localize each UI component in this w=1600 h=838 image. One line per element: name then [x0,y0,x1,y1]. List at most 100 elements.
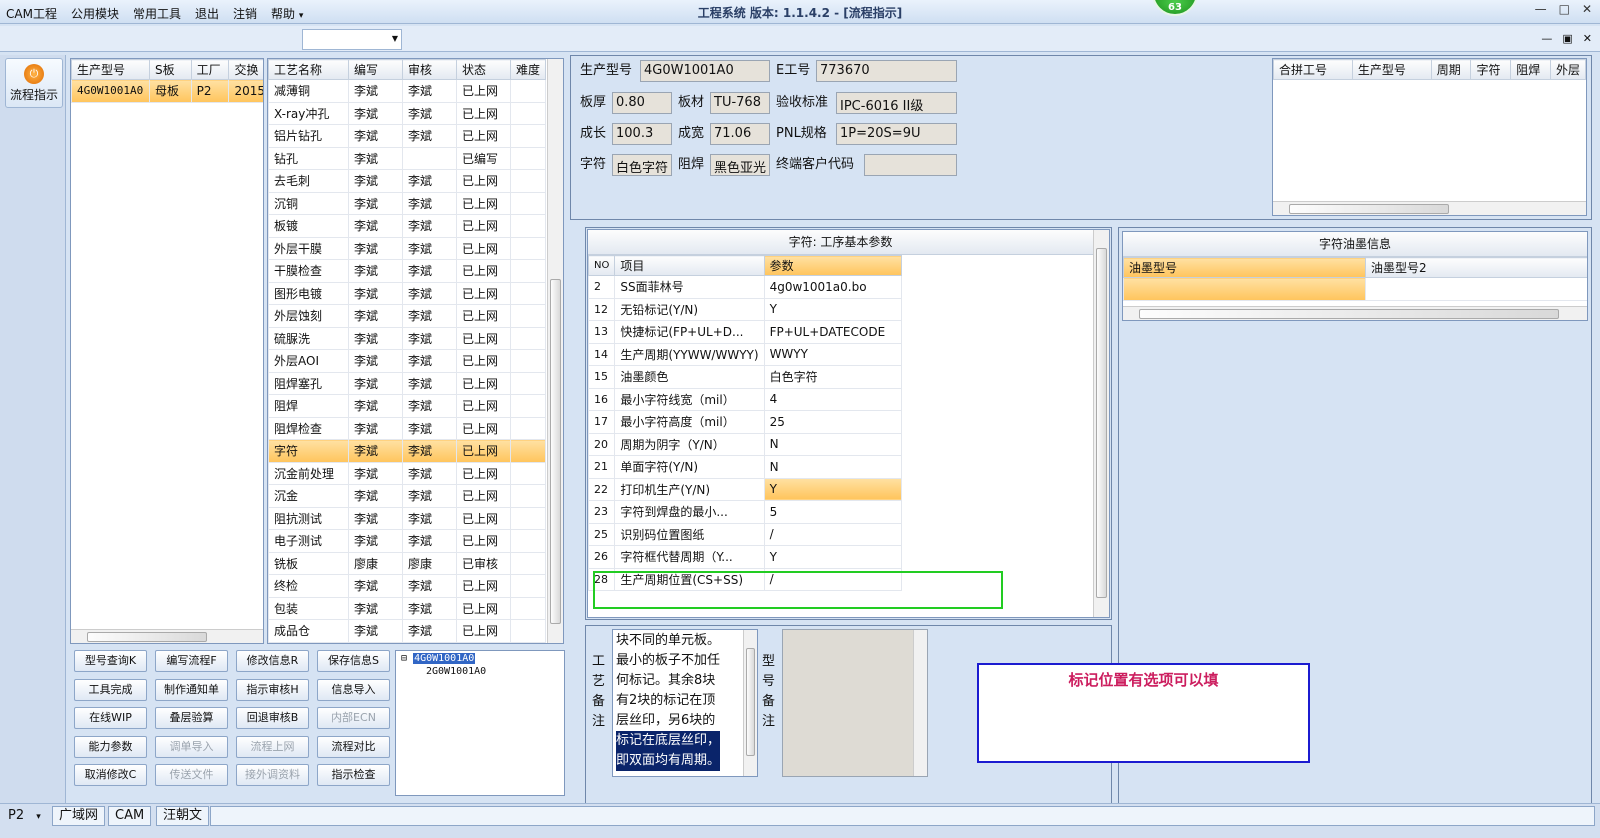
menu-public[interactable]: 公用模块 [71,5,119,22]
action-button[interactable]: 工具完成 [74,678,147,701]
table-row[interactable]: 4G0W1001A0 母板 P2 2015 [71,79,263,103]
table-row[interactable]: 外层干膜 李斌 李斌 已上网 [268,236,547,260]
scroll-thumb[interactable] [550,279,561,624]
chevron-down-icon[interactable]: ▼ [392,34,398,43]
action-button[interactable]: 型号查询K [74,650,147,672]
table-row[interactable]: 沉金 李斌 李斌 已上网 [268,484,547,508]
col-ink-model2[interactable]: 油墨型号2 [1365,257,1587,278]
col-process-name[interactable]: 工艺名称 [268,59,349,80]
action-button[interactable]: 在线WIP [74,707,147,729]
action-button[interactable]: 修改信息R [236,650,309,672]
col-s-board[interactable]: S板 [148,59,192,80]
table-row[interactable]: 外层蚀刻 李斌 李斌 已上网 [268,304,547,328]
col-merge-period[interactable]: 周期 [1430,59,1472,80]
mdi-close-button[interactable]: ✕ [1583,32,1592,45]
table-row[interactable]: 沉金前处理 李斌 李斌 已上网 [268,461,547,485]
action-button[interactable]: 制作通知单 [155,678,228,701]
col-writer[interactable]: 编写 [347,59,403,80]
menu-tools[interactable]: 常用工具 [133,5,181,22]
col-item[interactable]: 项目 [614,255,765,276]
table-row[interactable]: 包装 李斌 李斌 已上网 [268,596,547,620]
maximize-button[interactable]: □ [1559,2,1570,16]
col-no[interactable]: NO [588,255,616,276]
table-row[interactable]: 21 单面字符(Y/N) N [588,455,903,479]
col-reviewer[interactable]: 审核 [401,59,457,80]
site-selector[interactable]: P2 ▾ [8,808,41,823]
action-button[interactable]: 取消修改C [74,764,147,786]
col-status[interactable]: 状态 [455,59,511,80]
thickness-field[interactable]: 0.80 [612,92,672,114]
action-button[interactable]: 回退审核B [236,707,309,729]
model-note-box[interactable] [782,629,928,777]
horizontal-scrollbar[interactable] [71,629,263,643]
action-button[interactable]: 流程上网 [236,735,309,758]
table-row[interactable]: 2 SS面菲林号 4g0w1001a0.bo [588,275,903,299]
table-row[interactable]: 14 生产周期(YYWW/WWYY) WWYY [588,342,903,366]
tab-user[interactable]: 汪朝文 [156,806,210,826]
customer-field[interactable] [864,154,957,176]
horizontal-scrollbar[interactable] [1123,306,1587,320]
width-field[interactable]: 71.06 [710,123,770,145]
action-button[interactable]: 内部ECN [317,707,390,729]
table-row[interactable]: 外层AOI 李斌 李斌 已上网 [268,349,547,373]
tree-child[interactable]: 2G0W1001A0 [426,666,486,677]
col-exchange[interactable]: 交换 [228,59,263,80]
action-button[interactable]: 叠层验算 [155,707,228,729]
table-row[interactable]: 板镀 李斌 李斌 已上网 [268,214,547,238]
action-button[interactable]: 能力参数 [74,735,147,758]
col-prod-model[interactable]: 生产型号 [71,59,150,80]
action-button[interactable]: 调单导入 [155,735,228,758]
table-row[interactable]: 电子测试 李斌 李斌 已上网 [268,529,547,553]
col-merge-model[interactable]: 生产型号 [1351,59,1432,80]
expand-icon[interactable]: ⊟ [401,653,407,664]
col-merge-char[interactable]: 字符 [1470,59,1512,80]
tab-wan[interactable]: 广域网 [52,806,106,826]
scroll-thumb[interactable] [1096,248,1107,598]
table-row[interactable]: 干膜检查 李斌 李斌 已上网 [268,259,547,283]
table-row[interactable]: X-ray冲孔 李斌 李斌 已上网 [268,101,547,125]
tree-root[interactable]: 4G0W1001A0 [413,653,476,664]
col-difficulty[interactable]: 难度 [509,59,547,80]
mdi-restore-button[interactable]: ▣ [1562,32,1572,45]
menu-help[interactable]: 帮助 ▾ [271,5,303,22]
pnl-field[interactable]: 1P=20S=9U [836,123,957,145]
action-button[interactable]: 接外调资料 [236,764,309,786]
tab-cam[interactable]: CAM [108,806,152,826]
vertical-scrollbar[interactable] [547,59,563,643]
table-row[interactable]: 铝片钻孔 李斌 李斌 已上网 [268,124,547,148]
action-button[interactable]: 流程对比 [317,735,390,758]
action-button[interactable]: 编写流程F [155,650,228,672]
mask-field[interactable]: 黑色亚光 [710,154,770,176]
table-row[interactable]: 15 油墨颜色 白色字符 [588,365,903,389]
vertical-scrollbar[interactable] [743,630,757,776]
table-row[interactable]: 阻抗测试 李斌 李斌 已上网 [268,506,547,530]
table-row[interactable]: 12 无铅标记(Y/N) Y [588,297,903,321]
col-merge-outer[interactable]: 外层 [1549,59,1586,80]
table-row[interactable]: 20 周期为阴字（Y/N） N [588,432,903,456]
action-button[interactable]: 保存信息S [317,650,390,672]
menu-exit[interactable]: 退出 [195,5,219,22]
scroll-thumb[interactable] [1139,309,1559,319]
table-row[interactable]: 22 打印机生产(Y/N) Y [588,477,903,501]
table-row[interactable]: 终检 李斌 李斌 已上网 [268,574,547,598]
minimize-button[interactable]: — [1535,2,1547,16]
table-row[interactable]: 去毛刺 李斌 李斌 已上网 [268,169,547,193]
vertical-scrollbar[interactable] [913,630,927,776]
toolbar-combo[interactable]: ▼ [302,29,402,50]
table-row[interactable]: 钻孔 李斌 已编写 [268,146,547,170]
menu-cam[interactable]: CAM工程 [6,5,57,22]
action-button[interactable]: 指示检查 [317,764,390,786]
scroll-thumb[interactable] [1289,204,1449,214]
table-row[interactable] [1123,277,1587,301]
table-row[interactable]: 13 快捷标记(FP+UL+D... FP+UL+DATECODE [588,320,903,344]
scroll-thumb[interactable] [746,648,755,756]
table-row[interactable]: 沉铜 李斌 李斌 已上网 [268,191,547,215]
close-button[interactable]: ✕ [1582,2,1592,16]
char-field[interactable]: 白色字符 [612,154,672,176]
table-row[interactable]: 图形电镀 李斌 李斌 已上网 [268,281,547,305]
col-param[interactable]: 参数 [763,255,903,276]
table-row[interactable]: 硫脲洗 李斌 李斌 已上网 [268,326,547,350]
table-row[interactable]: 阻焊 李斌 李斌 已上网 [268,394,547,418]
table-row[interactable]: 阻焊检查 李斌 李斌 已上网 [268,416,547,440]
table-row[interactable]: 字符 李斌 李斌 已上网 [268,439,547,463]
